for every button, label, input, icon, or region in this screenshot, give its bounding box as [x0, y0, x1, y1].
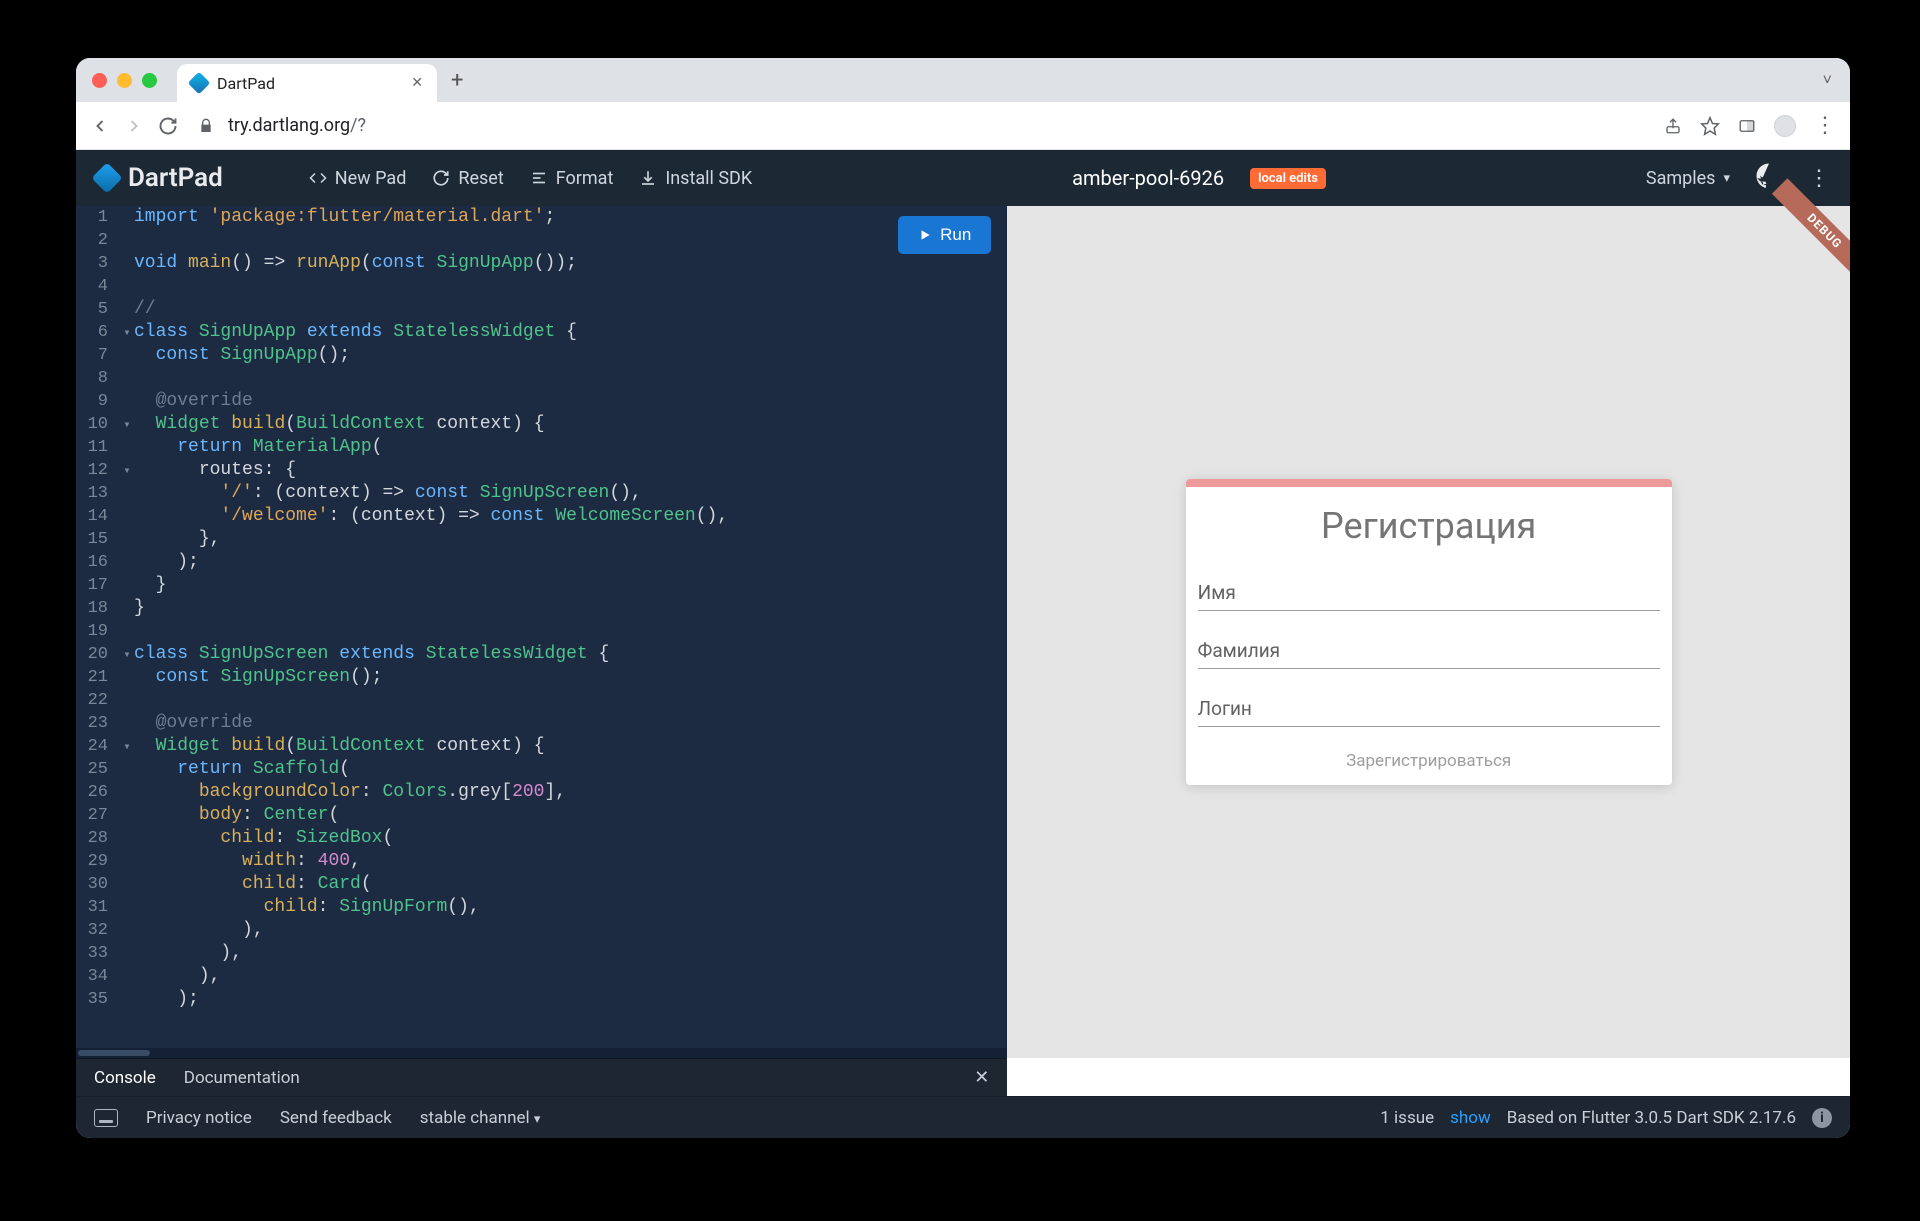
workspace: Run 1 import 'package:flutter/material.d… — [76, 206, 1850, 1058]
status-bar: Privacy notice Send feedback stable chan… — [76, 1096, 1850, 1138]
console-tabbar: Console Documentation ✕ — [76, 1058, 1007, 1096]
browser-tab-active[interactable]: DartPad ✕ — [177, 64, 437, 102]
address-bar: try.dartlang.org/? ⋮ — [76, 102, 1850, 150]
lastname-input[interactable] — [1198, 668, 1660, 669]
progress-bar — [1186, 479, 1672, 487]
browser-tabbar: DartPad ✕ + ˅ — [76, 58, 1850, 102]
signup-button[interactable]: Зарегистрироваться — [1186, 731, 1672, 785]
dartpad-logo-icon — [91, 162, 122, 193]
newpad-label: New Pad — [335, 168, 407, 189]
format-label: Format — [556, 168, 614, 189]
issues-show-link[interactable]: show — [1450, 1108, 1491, 1128]
run-label: Run — [940, 225, 971, 245]
documentation-tab[interactable]: Documentation — [184, 1068, 300, 1088]
tablist-dropdown-button[interactable]: ˅ — [1823, 70, 1832, 90]
console-close-button[interactable]: ✕ — [974, 1067, 989, 1088]
url-display[interactable]: try.dartlang.org/? — [228, 115, 1650, 136]
firstname-input[interactable] — [1198, 610, 1660, 611]
format-button[interactable]: Format — [530, 168, 614, 189]
chevron-down-icon: ▾ — [1723, 171, 1730, 186]
card-title: Регистрация — [1186, 487, 1672, 557]
menu-button[interactable]: ⋮ — [1814, 113, 1836, 138]
overflow-menu-button[interactable]: ⋮ — [1808, 166, 1830, 191]
newtab-button[interactable]: + — [451, 68, 463, 93]
url-path: /? — [350, 115, 366, 136]
login-input[interactable] — [1198, 726, 1660, 727]
reload-button[interactable] — [158, 116, 178, 136]
dartpad-logo[interactable]: DartPad — [96, 163, 223, 193]
keyboard-icon[interactable] — [94, 1109, 118, 1127]
local-edits-badge: local edits — [1250, 168, 1326, 189]
fullscreen-window-button[interactable] — [142, 73, 157, 88]
channel-selector[interactable]: stable channel ▾ — [420, 1108, 541, 1128]
channel-label: stable channel — [420, 1108, 530, 1128]
dartpad-header: DartPad New Pad Reset Format Install SDK… — [76, 150, 1850, 206]
feedback-link[interactable]: Send feedback — [280, 1108, 392, 1128]
pad-name: amber-pool-6926 — [1072, 166, 1224, 190]
samples-dropdown[interactable]: Samples ▾ — [1646, 168, 1730, 189]
info-icon[interactable]: i — [1812, 1108, 1832, 1128]
dartpad-brand: DartPad — [128, 163, 223, 193]
lastname-label: Фамилия — [1198, 623, 1660, 668]
install-sdk-button[interactable]: Install SDK — [639, 168, 752, 189]
privacy-link[interactable]: Privacy notice — [146, 1108, 252, 1128]
install-label: Install SDK — [665, 168, 752, 189]
window-controls — [92, 73, 157, 88]
close-window-button[interactable] — [92, 73, 107, 88]
forward-button[interactable] — [124, 116, 144, 136]
tab-title: DartPad — [217, 74, 275, 93]
bookmark-button[interactable] — [1700, 116, 1720, 136]
profile-button[interactable] — [1774, 115, 1796, 137]
url-host: try.dartlang.org — [228, 115, 350, 136]
run-button[interactable]: Run — [898, 216, 991, 254]
firstname-label: Имя — [1198, 565, 1660, 610]
code-content[interactable]: 1 import 'package:flutter/material.dart'… — [76, 206, 1007, 1011]
preview-panel: DEBUG Регистрация Имя Фамилия Логин — [1007, 206, 1850, 1058]
extensions-button[interactable] — [1738, 117, 1756, 135]
console-tab[interactable]: Console — [94, 1068, 156, 1088]
signup-card: Регистрация Имя Фамилия Логин Зарегистри… — [1186, 479, 1672, 785]
minimize-window-button[interactable] — [117, 73, 132, 88]
horizontal-scrollbar[interactable] — [76, 1048, 1007, 1058]
lock-icon — [198, 118, 214, 134]
newpad-button[interactable]: New Pad — [309, 168, 407, 189]
browser-window: DartPad ✕ + ˅ try.dartlang.org/? ⋮ — [76, 58, 1850, 1138]
login-label: Логин — [1198, 681, 1660, 726]
share-button[interactable] — [1664, 117, 1682, 135]
close-tab-button[interactable]: ✕ — [411, 75, 423, 91]
issues-count: 1 issue — [1380, 1108, 1434, 1128]
sdk-version: Based on Flutter 3.0.5 Dart SDK 2.17.6 — [1507, 1108, 1796, 1128]
chevron-down-icon: ▾ — [534, 1112, 541, 1127]
samples-label: Samples — [1646, 168, 1716, 189]
back-button[interactable] — [90, 116, 110, 136]
dartpad-favicon-icon — [188, 72, 211, 95]
code-editor[interactable]: Run 1 import 'package:flutter/material.d… — [76, 206, 1007, 1058]
reset-button[interactable]: Reset — [432, 168, 503, 189]
reset-label: Reset — [458, 168, 503, 189]
